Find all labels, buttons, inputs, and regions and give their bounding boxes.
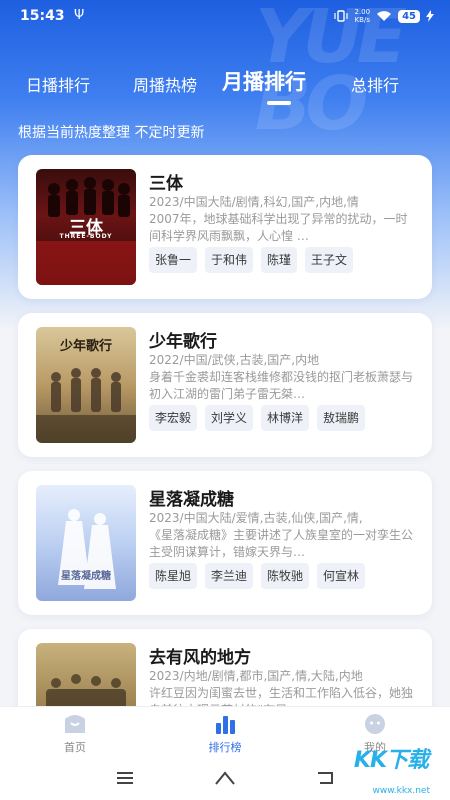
cast-tag[interactable]: 于和伟 (205, 247, 254, 273)
tab-overall[interactable]: 总排行 (351, 72, 399, 96)
page-subtitle: 根据当前热度整理 不定时更新 (18, 125, 205, 141)
wifi-icon (377, 11, 392, 21)
tab-monthly[interactable]: 月播排行 (222, 66, 306, 96)
card-meta: 2023/中国大陆/爱情,古装,仙侠,国产,情, (149, 511, 363, 525)
home-icon (65, 715, 85, 733)
tab-indicator (267, 101, 291, 105)
watermark-url: www.kkx.net (372, 786, 431, 796)
watermark-logo: KK下载 (353, 748, 429, 773)
cast-tag[interactable]: 王子文 (305, 247, 354, 273)
charging-icon (426, 10, 434, 22)
card-description: 《星落凝成糖》主要讲述了人族皇室的一对孪生公主受阴谋算计，错嫁天界与… (149, 528, 414, 559)
ranking-card[interactable]: 三体 THREE-BODY 三体 2023/中国大陆/剧情,科幻,国产,内地,情… (18, 155, 432, 299)
vibrate-icon (334, 10, 349, 22)
battery-icon: 45 (398, 9, 420, 23)
profile-icon (365, 714, 385, 734)
cast-tags: 陈星旭 李兰迪 陈牧驰 何宣林 (149, 563, 366, 589)
card-title: 去有风的地方 (149, 648, 251, 668)
status-time: 15:43 (20, 8, 65, 24)
nav-home[interactable]: 首页 (35, 713, 115, 755)
tab-weekly[interactable]: 周播热榜 (133, 72, 197, 96)
cast-tag[interactable]: 陈星旭 (149, 563, 198, 589)
home-gesture-icon[interactable] (214, 770, 236, 786)
poster-figures (58, 509, 116, 589)
status-bar: 15:43 Ψ 2.00 KB/s 45 (0, 0, 450, 34)
ranking-icon (216, 716, 235, 734)
cast-tag[interactable]: 刘学义 (205, 405, 254, 431)
card-title: 少年歌行 (149, 332, 217, 352)
back-icon[interactable] (316, 770, 336, 786)
card-meta: 2023/中国大陆/剧情,科幻,国产,内地,情 (149, 195, 359, 209)
cast-tag[interactable]: 陈牧驰 (261, 563, 310, 589)
net-speed: 2.00 KB/s (354, 8, 371, 24)
status-right: 2.00 KB/s 45 (334, 8, 434, 24)
cast-tag[interactable]: 陈瑾 (261, 247, 298, 273)
cast-tag[interactable]: 张鲁一 (149, 247, 198, 273)
usb-icon: Ψ (74, 8, 85, 23)
ranking-card[interactable]: 星落凝成糖 星落凝成糖 2023/中国大陆/爱情,古装,仙侠,国产,情, 《星落… (18, 471, 432, 615)
menu-icon[interactable] (115, 770, 135, 786)
cast-tag[interactable]: 何宣林 (317, 563, 366, 589)
poster-image: 星落凝成糖 (36, 485, 136, 601)
cast-tag[interactable]: 李宏毅 (149, 405, 198, 431)
cast-tag[interactable]: 敖瑞鹏 (317, 405, 366, 431)
ranking-card[interactable]: 少年歌行 少年歌行 2022/中国/武侠,古装,国产,内地 身着千金裘却连客栈维… (18, 313, 432, 457)
card-meta: 2023/内地/剧情,都市,国产,情,大陆,内地 (149, 669, 363, 683)
card-meta: 2022/中国/武侠,古装,国产,内地 (149, 353, 320, 367)
cast-tags: 张鲁一 于和伟 陈瑾 王子文 (149, 247, 354, 273)
cast-tags: 李宏毅 刘学义 林博洋 敖瑞鹏 (149, 405, 366, 431)
ranking-tabs: 日播排行 周播热榜 月播排行 总排行 (0, 64, 450, 105)
tab-daily[interactable]: 日播排行 (26, 72, 90, 96)
card-title: 三体 (149, 174, 183, 194)
card-description: 2007年，地球基础科学出现了异常的扰动，一时间科学界风雨飘飘，人心惶 … (149, 212, 408, 243)
card-description: 身着千金裘却连客栈维修都没钱的抠门老板萧瑟与初入江湖的雷门弟子雷无桀… (149, 370, 414, 401)
cast-tag[interactable]: 林博洋 (261, 405, 310, 431)
nav-ranking[interactable]: 排行榜 (185, 713, 265, 755)
cast-tag[interactable]: 李兰迪 (205, 563, 254, 589)
card-title: 星落凝成糖 (149, 490, 234, 510)
poster-image: 少年歌行 (36, 327, 136, 443)
poster-image: 三体 THREE-BODY (36, 169, 136, 285)
